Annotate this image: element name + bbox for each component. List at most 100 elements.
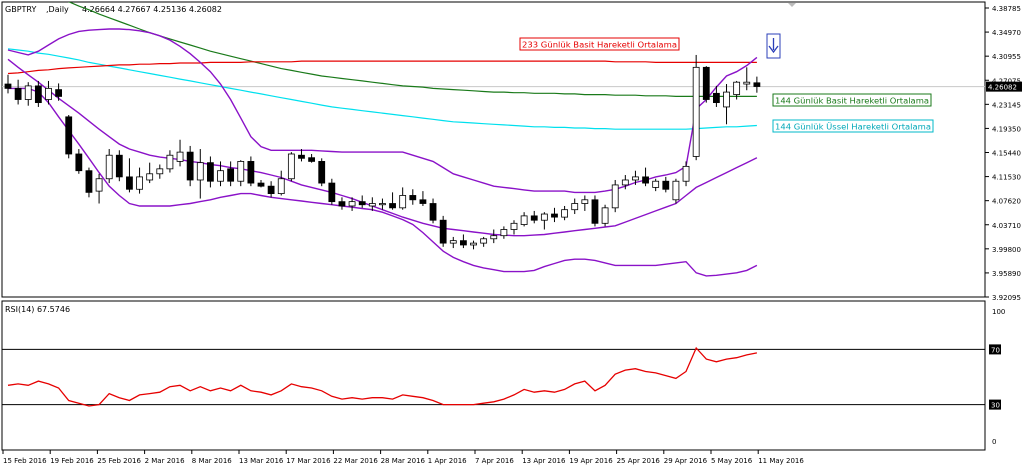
candle[interactable] <box>318 158 326 187</box>
candle-body <box>621 179 629 186</box>
candle[interactable] <box>571 198 579 215</box>
candle-body <box>500 229 508 237</box>
date-tick-label: 28 Mar 2016 <box>381 457 426 465</box>
date-tick-label: 13 Mar 2016 <box>239 457 284 465</box>
candle-body <box>115 154 123 178</box>
candle[interactable] <box>702 66 710 103</box>
candle[interactable] <box>429 198 437 224</box>
candle[interactable] <box>328 178 336 205</box>
candle[interactable] <box>409 189 417 205</box>
candle[interactable] <box>358 195 366 208</box>
candle[interactable] <box>227 161 235 187</box>
candle[interactable] <box>55 83 62 101</box>
candle[interactable] <box>379 198 386 210</box>
signal-arrow-icon[interactable] <box>766 33 781 59</box>
candle[interactable] <box>642 167 649 187</box>
candle[interactable] <box>611 179 619 213</box>
candle[interactable] <box>14 79 22 105</box>
candle-body <box>439 219 447 244</box>
candle-body <box>510 222 518 230</box>
candle[interactable] <box>581 195 589 211</box>
candle[interactable] <box>652 178 660 192</box>
candle[interactable] <box>24 82 32 106</box>
candle[interactable] <box>65 114 73 159</box>
date-tick-label: 19 Apr 2016 <box>569 457 613 465</box>
date-tick-label: 25 Apr 2016 <box>617 457 661 465</box>
candle[interactable] <box>753 76 761 93</box>
candle[interactable] <box>530 210 538 224</box>
candle[interactable] <box>85 167 93 198</box>
candle[interactable] <box>439 215 447 247</box>
candle[interactable] <box>186 145 194 187</box>
candle-body <box>379 203 386 206</box>
candle[interactable] <box>105 149 113 184</box>
candle[interactable] <box>95 173 103 204</box>
candle[interactable] <box>682 161 690 187</box>
scroll-marker-icon[interactable] <box>788 3 796 7</box>
candle[interactable] <box>196 149 204 199</box>
candle[interactable] <box>34 80 42 107</box>
candle-body <box>480 238 488 244</box>
candle[interactable] <box>520 212 528 227</box>
price-tick-label: 4.30955 <box>992 53 1021 61</box>
candle[interactable] <box>126 158 133 193</box>
candle[interactable] <box>4 74 12 94</box>
rsi-tick-label: 30 <box>991 402 1000 410</box>
candle[interactable] <box>500 226 508 239</box>
candle[interactable] <box>449 236 457 249</box>
rsi-tick-label: 70 <box>991 346 1000 354</box>
candle[interactable] <box>601 204 609 227</box>
candle-body <box>358 201 366 206</box>
candle[interactable] <box>247 156 255 187</box>
price-tick-label: 4.38785 <box>992 5 1021 13</box>
candle[interactable] <box>480 236 488 247</box>
candle-body <box>561 209 568 218</box>
candle-body <box>743 81 751 85</box>
candle-body <box>34 85 42 104</box>
candle[interactable] <box>510 220 518 235</box>
candle-body <box>571 203 579 211</box>
candle[interactable] <box>287 152 295 182</box>
candle[interactable] <box>540 212 548 230</box>
candle-body <box>348 201 356 207</box>
candle[interactable] <box>551 207 558 223</box>
candle[interactable] <box>561 205 568 221</box>
candle[interactable] <box>146 162 154 184</box>
date-tick-label: 8 Mar 2016 <box>192 457 232 465</box>
candle[interactable] <box>166 150 174 173</box>
candle[interactable] <box>419 191 427 206</box>
candle[interactable] <box>692 54 700 161</box>
candle[interactable] <box>267 181 275 198</box>
trading-chart[interactable]: GBPTRY ,Daily 4.26664 4.27667 4.25136 4.… <box>0 0 1024 471</box>
candle-body <box>105 154 113 180</box>
candle[interactable] <box>591 195 599 227</box>
candle[interactable] <box>115 150 123 182</box>
candle-body <box>611 184 619 209</box>
candle-body <box>642 176 649 184</box>
candle[interactable] <box>75 149 83 174</box>
candle[interactable] <box>257 179 265 188</box>
candle[interactable] <box>389 192 396 210</box>
candle-body <box>146 173 154 181</box>
candle[interactable] <box>176 139 184 167</box>
candle[interactable] <box>338 197 346 210</box>
candle-body <box>399 195 407 209</box>
price-tick-label: 4.34970 <box>992 29 1021 37</box>
candle[interactable] <box>399 187 407 210</box>
candle[interactable] <box>470 240 477 250</box>
candle[interactable] <box>136 167 143 194</box>
candle[interactable] <box>459 234 467 249</box>
candle[interactable] <box>156 164 164 179</box>
ohlc-readout: 4.26664 4.27667 4.25136 4.26082 <box>82 5 222 14</box>
candle[interactable] <box>206 156 214 188</box>
price-tick-label: 3.95890 <box>992 270 1021 278</box>
candle-body <box>237 161 245 182</box>
candle-body <box>166 154 174 170</box>
candle[interactable] <box>723 84 730 125</box>
candle[interactable] <box>237 160 245 187</box>
candle[interactable] <box>490 229 498 244</box>
candle[interactable] <box>277 170 285 196</box>
candle[interactable] <box>662 176 670 193</box>
candle[interactable] <box>672 178 680 204</box>
candle[interactable] <box>308 153 316 163</box>
